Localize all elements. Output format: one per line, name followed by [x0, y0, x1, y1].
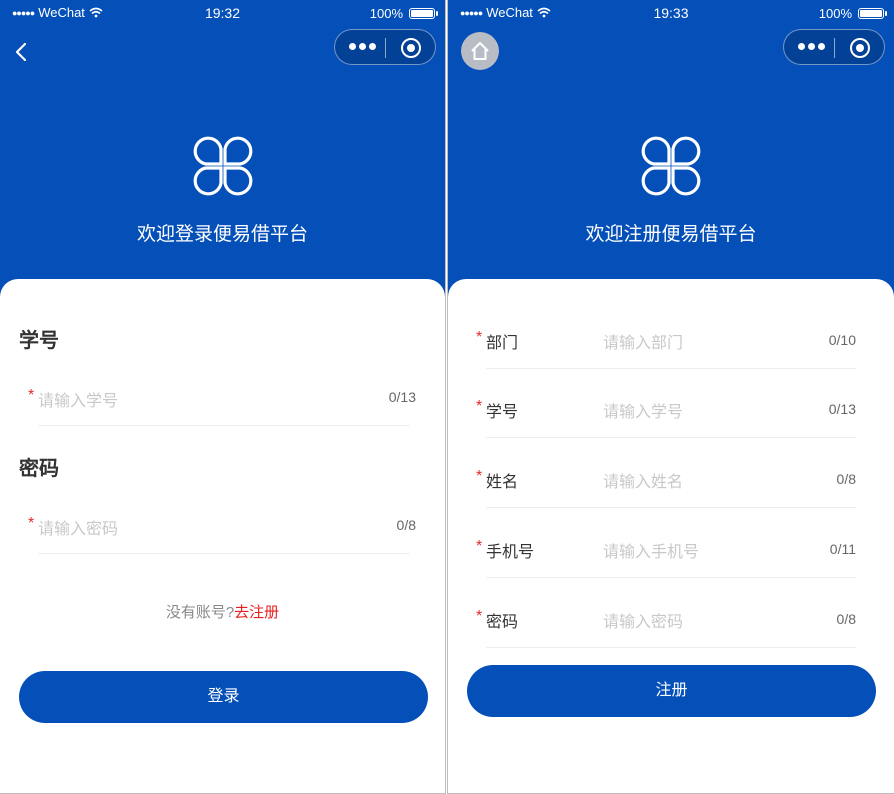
home-icon [471, 42, 489, 60]
miniprogram-capsule [334, 29, 436, 65]
welcome-title: 欢迎注册便易借平台 [585, 224, 757, 245]
battery-icon [409, 8, 438, 19]
clover-logo-icon [641, 136, 701, 196]
phone-field[interactable]: * 手机号 请输入手机号 0/11 [476, 527, 856, 578]
field-label: 手机号 [486, 544, 535, 561]
battery-percent: 100% [818, 6, 852, 21]
field-placeholder: 请输入密码 [603, 614, 684, 631]
password-field[interactable]: * 密码 请输入密码 0/8 [476, 597, 856, 648]
field-char-count: 0/8 [836, 471, 856, 487]
required-mark: * [476, 398, 483, 415]
student-id-char-count: 0/13 [388, 389, 416, 405]
field-placeholder: 请输入学号 [603, 404, 684, 421]
status-bar: ●●●●● WeChat 19:32 100% [0, 0, 445, 26]
battery-icon [858, 8, 887, 19]
password-title: 密码 [19, 458, 59, 480]
student-id-placeholder: 请输入学号 [38, 393, 119, 410]
field-label: 部门 [486, 335, 519, 352]
more-icon[interactable] [798, 43, 825, 50]
field-char-count: 0/13 [828, 401, 856, 417]
required-mark: * [476, 468, 483, 485]
password-char-count: 0/8 [396, 517, 416, 533]
field-label: 姓名 [486, 474, 519, 491]
required-mark: * [476, 608, 483, 625]
field-placeholder: 请输入手机号 [603, 544, 700, 561]
field-char-count: 0/8 [836, 611, 856, 627]
more-icon[interactable] [349, 43, 376, 50]
register-screen: ●●●●● WeChat 19:33 100% 欢迎注册便易借平台 * 部门 请… [447, 0, 894, 794]
login-button[interactable]: 登录 [19, 671, 428, 723]
miniprogram-close-icon[interactable] [850, 38, 870, 58]
clover-logo-icon [193, 136, 252, 196]
field-char-count: 0/10 [828, 332, 856, 348]
register-button[interactable]: 注册 [467, 665, 876, 717]
field-placeholder: 请输入部门 [603, 335, 684, 352]
required-mark: * [476, 538, 483, 555]
required-mark: * [28, 387, 35, 404]
name-field[interactable]: * 姓名 请输入姓名 0/8 [476, 457, 856, 508]
register-hint: 没有账号?去注册 [0, 601, 445, 622]
field-label: 学号 [486, 404, 519, 421]
go-register-link[interactable]: 去注册 [234, 604, 279, 621]
student-id-input[interactable]: * 请输入学号 0/13 [28, 375, 416, 426]
welcome-title: 欢迎登录便易借平台 [136, 224, 308, 245]
student-id-field[interactable]: * 学号 请输入学号 0/13 [476, 387, 856, 438]
field-char-count: 0/11 [829, 541, 856, 557]
login-screen: ●●●●● WeChat 19:32 100% 欢迎登录便易借平台 学号 * 请… [0, 0, 446, 794]
back-arrow-icon[interactable] [14, 42, 28, 62]
register-hint-text: 没有账号? [165, 604, 235, 621]
battery-percent: 100% [369, 6, 403, 21]
miniprogram-close-icon[interactable] [401, 38, 421, 58]
field-placeholder: 请输入姓名 [603, 474, 684, 491]
student-id-title: 学号 [19, 330, 59, 352]
miniprogram-capsule [783, 29, 885, 65]
required-mark: * [476, 329, 483, 346]
status-bar: ●●●●● WeChat 19:33 100% [448, 0, 894, 26]
password-input[interactable]: * 请输入密码 0/8 [28, 503, 416, 554]
home-button[interactable] [461, 32, 499, 70]
department-field[interactable]: * 部门 请输入部门 0/10 [476, 318, 856, 369]
password-placeholder: 请输入密码 [38, 521, 119, 538]
field-label: 密码 [486, 614, 519, 631]
required-mark: * [28, 515, 35, 532]
